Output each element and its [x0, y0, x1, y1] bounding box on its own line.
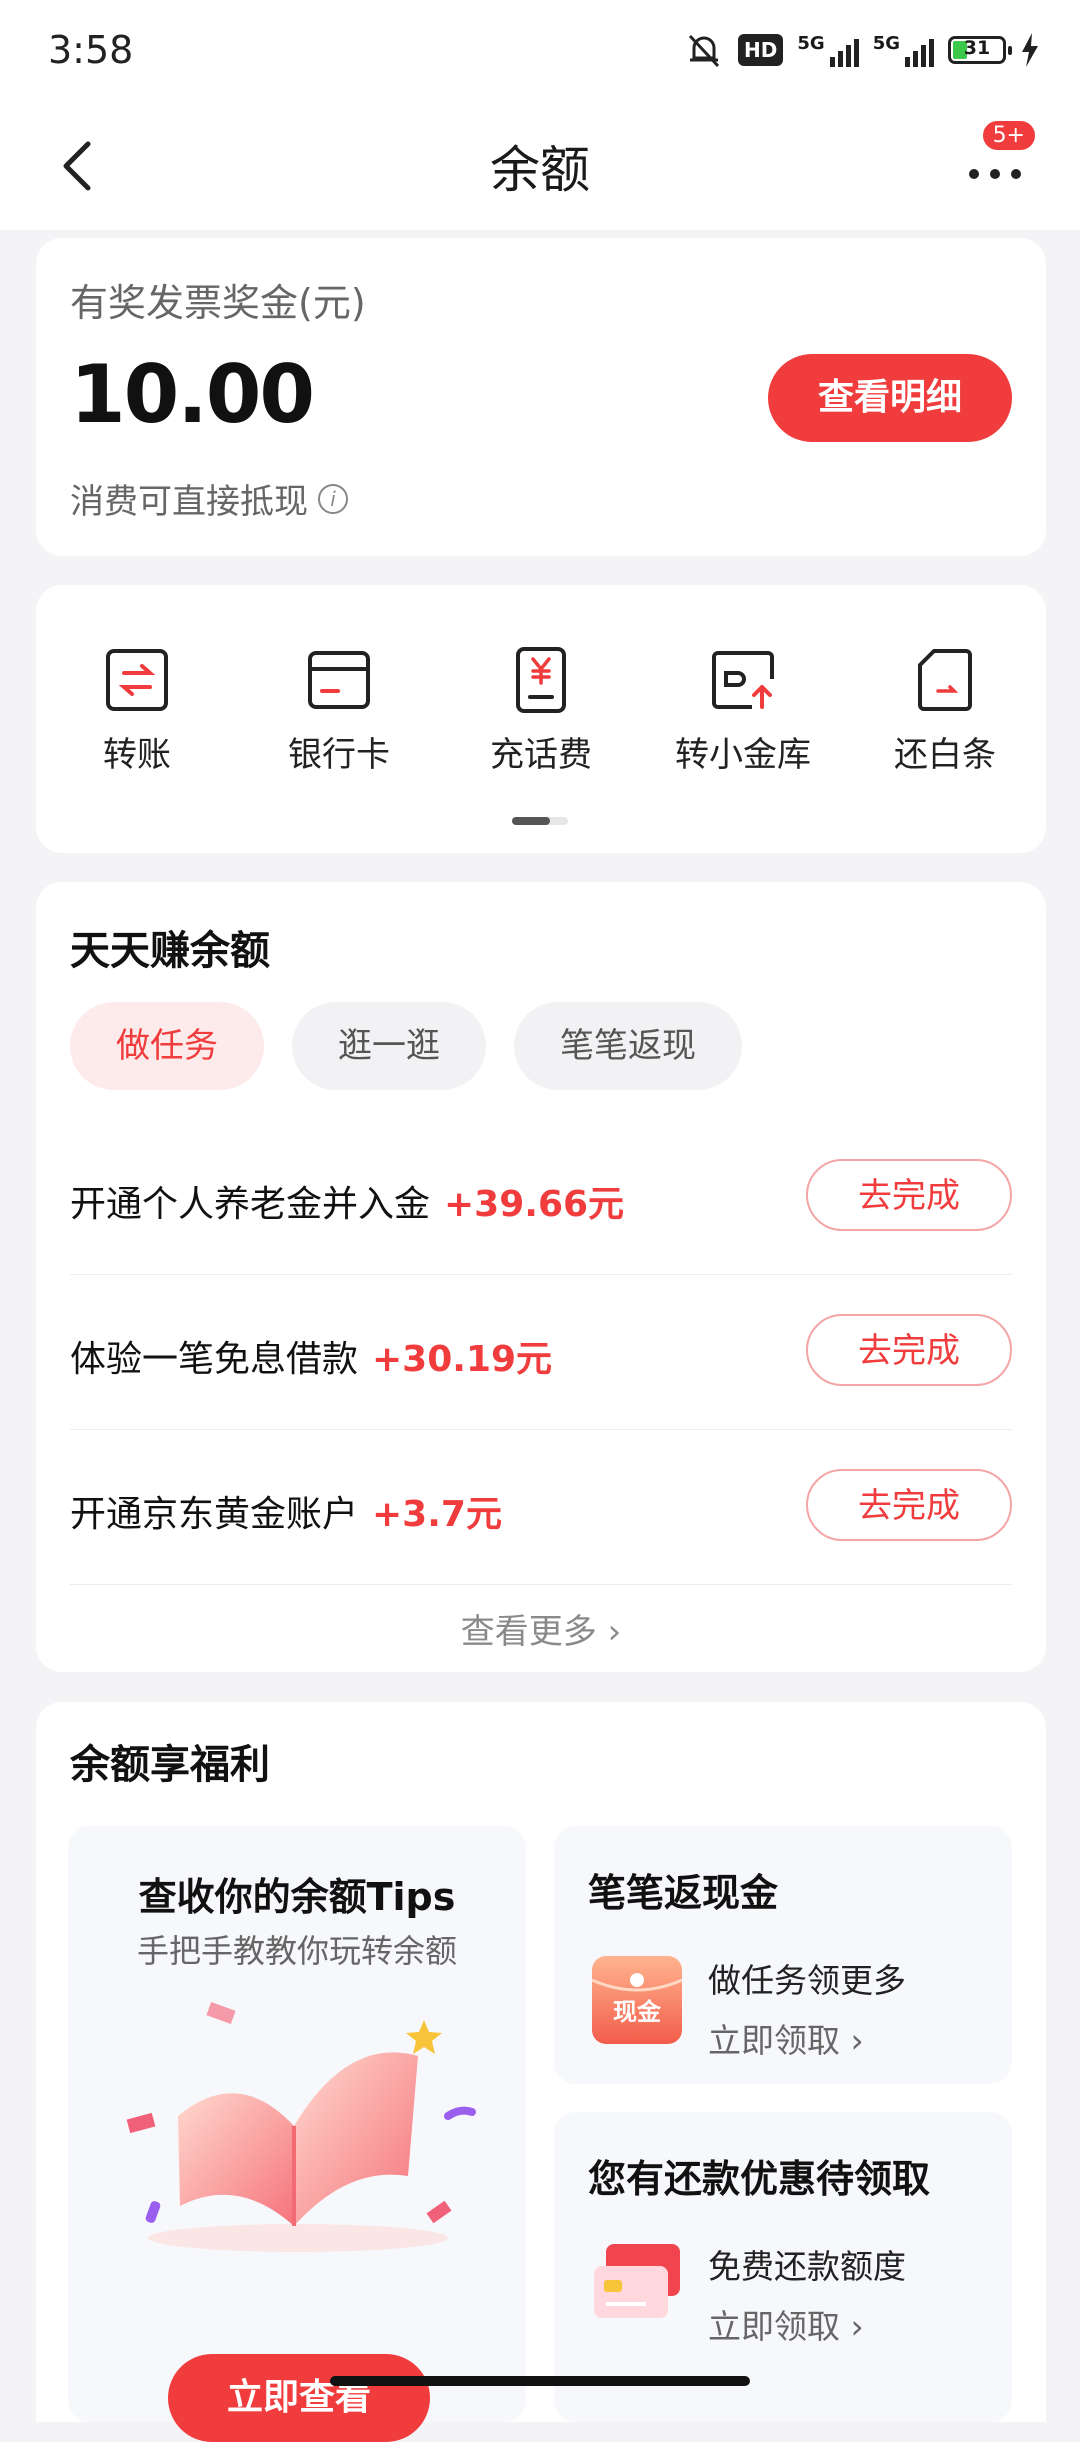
balance-label: 有奖发票奖金(元) [70, 281, 366, 325]
view-details-button[interactable]: 查看明细 [768, 354, 1012, 442]
chevron-right-icon: › [607, 1612, 622, 1652]
signal-icon: 5G [873, 33, 934, 67]
nav-header: 余额 5+ [0, 100, 1080, 230]
view-now-button[interactable]: 立即查看 [168, 2354, 430, 2442]
shortcut-label: 转小金库 [675, 735, 811, 775]
cash-envelope-icon: 现金 [591, 1956, 683, 2044]
signal-icon: 5G [797, 33, 859, 67]
task-reward: +39.66元 [444, 1184, 625, 1225]
shortcut-label: 还白条 [894, 735, 996, 775]
shortcut-label: 充话费 [490, 735, 592, 775]
hd-icon: HD [738, 34, 784, 66]
balance-card: 有奖发票奖金(元) 10.00 查看明细 消费可直接抵现 i [36, 238, 1046, 556]
chevron-right-icon: › [850, 2021, 864, 2060]
status-icons: HD 5G 5G 31 [684, 30, 1040, 70]
shortcut-label: 银行卡 [288, 735, 390, 775]
section-title: 余额享福利 [70, 1742, 270, 1788]
earn-tabs: 做任务 逛一逛 笔笔返现 [70, 1002, 742, 1090]
status-bar: 3:58 HD 5G 5G 31 [0, 0, 1080, 100]
task-row: 开通京东黄金账户 +3.7元 去完成 [70, 1429, 1012, 1585]
shortcut-transfer[interactable]: 转账 [36, 645, 238, 776]
svg-text:现金: 现金 [613, 1998, 662, 2026]
task-row: 开通个人养老金并入金 +39.66元 去完成 [70, 1119, 1012, 1275]
page-indicator [512, 817, 568, 825]
cashback-title: 笔笔返现金 [588, 1871, 779, 1915]
tips-title: 查收你的余额Tips [138, 1875, 456, 1919]
repay-baitiao-icon [918, 649, 972, 711]
chevron-right-icon: › [850, 2307, 864, 2346]
complete-task-button[interactable]: 去完成 [806, 1469, 1012, 1541]
shortcut-vault-transfer[interactable]: 转小金库 [642, 645, 844, 776]
section-title: 天天赚余额 [70, 928, 270, 974]
balance-note-text: 消费可直接抵现 [70, 482, 308, 522]
see-more-label: 查看更多 [460, 1612, 597, 1652]
mute-bell-icon [688, 34, 720, 68]
notification-badge: 5+ [979, 118, 1038, 153]
earn-balance-card: 天天赚余额 做任务 逛一逛 笔笔返现 开通个人养老金并入金 +39.66元 去完成… [36, 882, 1046, 1672]
page-title: 余额 [490, 141, 590, 199]
complete-task-button[interactable]: 去完成 [806, 1314, 1012, 1386]
repay-title: 您有还款优惠待领取 [588, 2157, 931, 2201]
task-reward: +3.7元 [372, 1494, 502, 1535]
welfare-card: 余额享福利 查收你的余额Tips 手把手教教你玩转余额 立即查看 笔笔返现金 现… [36, 1702, 1046, 2442]
task-name: 开通京东黄金账户 [70, 1494, 359, 1535]
shortcut-repay-baitiao[interactable]: 还白条 [844, 645, 1046, 776]
cashback-panel[interactable]: 笔笔返现金 现金 做任务领更多 立即领取 › [554, 1826, 1012, 2084]
complete-task-button[interactable]: 去完成 [806, 1159, 1012, 1231]
shortcut-bank-card[interactable]: 银行卡 [238, 645, 440, 776]
shortcut-label: 转账 [103, 735, 171, 775]
phone-recharge-icon [516, 647, 566, 713]
tips-subtitle: 手把手教教你玩转余额 [136, 1932, 457, 1970]
credit-card-icon [594, 2244, 680, 2318]
claim-now-link[interactable]: 立即领取 › [708, 2300, 906, 2348]
see-more-link[interactable]: 查看更多 › [36, 1604, 1046, 1653]
task-reward: +30.19元 [372, 1339, 553, 1380]
open-book-illustration [126, 2001, 476, 2252]
task-row: 体验一笔免息借款 +30.19元 去完成 [70, 1274, 1012, 1430]
repay-line1: 免费还款额度 [708, 2247, 906, 2286]
tab-tasks[interactable]: 做任务 [70, 1002, 264, 1090]
transfer-icon [106, 649, 168, 711]
vault-transfer-icon [712, 651, 774, 709]
status-time: 3:58 [48, 28, 134, 72]
bank-card-icon [308, 651, 370, 709]
shortcuts-card: 转账 银行卡 充话费 转小金库 还白条 [36, 585, 1046, 853]
claim-now-link[interactable]: 立即领取 › [708, 2014, 906, 2062]
info-icon[interactable]: i [318, 483, 348, 514]
cashback-line1: 做任务领更多 [708, 1961, 906, 2000]
tips-panel[interactable]: 查收你的余额Tips 手把手教教你玩转余额 立即查看 [68, 1826, 526, 2442]
charging-icon [1022, 33, 1038, 67]
task-name: 开通个人养老金并入金 [70, 1184, 431, 1225]
balance-amount: 10.00 [70, 348, 315, 441]
shortcut-phone-recharge[interactable]: 充话费 [440, 645, 642, 776]
home-indicator[interactable] [330, 2376, 750, 2386]
tab-browse[interactable]: 逛一逛 [292, 1002, 486, 1090]
task-name: 体验一笔免息借款 [70, 1339, 359, 1380]
balance-note: 消费可直接抵现 i [70, 474, 348, 523]
tab-cashback[interactable]: 笔笔返现 [514, 1002, 742, 1090]
battery-icon: 31 [948, 36, 1012, 64]
